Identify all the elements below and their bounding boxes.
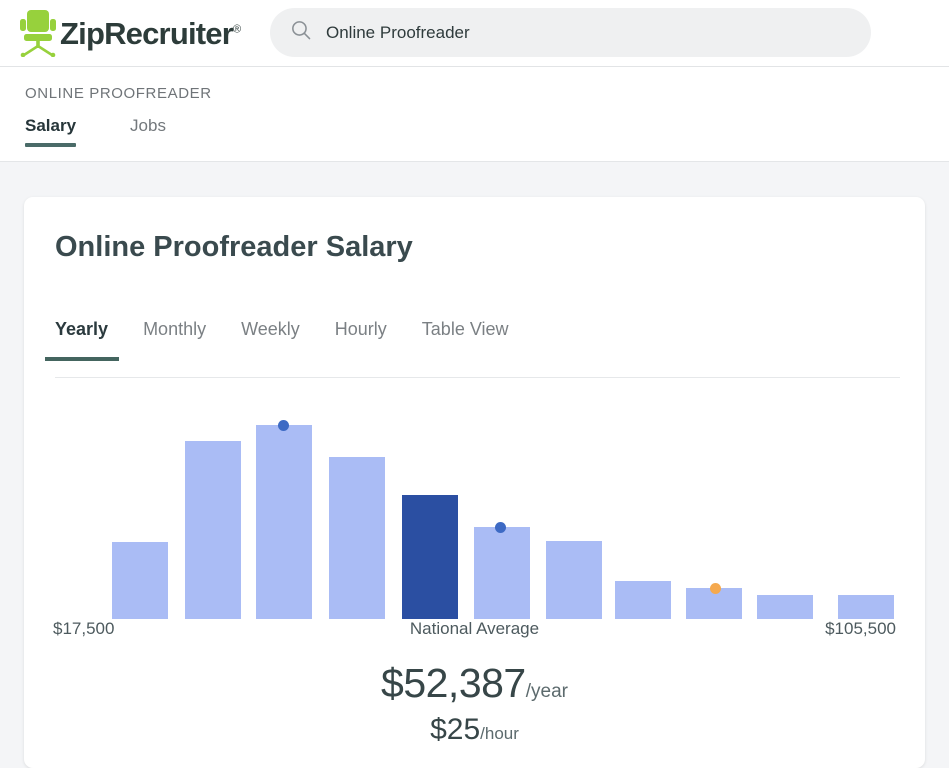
salary-distribution-chart: $17,500 National Average $105,500	[24, 395, 925, 638]
period-tab-table-view[interactable]: Table View	[422, 319, 509, 361]
tab-jobs[interactable]: Jobs	[130, 116, 166, 147]
chart-bar[interactable]	[185, 441, 241, 619]
axis-label-max: $105,500	[825, 619, 896, 638]
page-root: ZipRecruiter® ONLINE PROOFREADER Salary …	[0, 0, 949, 768]
chart-bar[interactable]	[757, 595, 813, 619]
chart-bar[interactable]	[112, 542, 168, 619]
chart-axis-labels: $17,500 National Average $105,500	[24, 619, 925, 649]
site-header: ZipRecruiter®	[0, 0, 949, 66]
office-chair-icon	[18, 9, 58, 57]
yearly-salary-unit: /year	[525, 681, 568, 702]
subnav-divider	[0, 161, 949, 162]
tab-salary[interactable]: Salary	[25, 116, 77, 147]
page-title: Online Proofreader Salary	[55, 231, 413, 263]
chart-marker-orange-dot[interactable]	[709, 582, 721, 594]
salary-summary: $52,387/year $25/hour	[24, 660, 925, 747]
chart-bar[interactable]	[474, 527, 530, 619]
chart-bar[interactable]	[546, 541, 602, 619]
sub-navigation: ONLINE PROOFREADER Salary Jobs	[0, 67, 949, 162]
chart-bar[interactable]	[256, 425, 312, 619]
search-icon	[290, 19, 326, 46]
search-input[interactable]	[326, 22, 846, 43]
chart-bar[interactable]	[615, 581, 671, 619]
search-bar[interactable]	[270, 8, 871, 57]
period-tabs: Yearly Monthly Weekly Hourly Table View	[44, 319, 900, 379]
yearly-salary: $52,387/year	[24, 660, 925, 707]
registered-mark: ®	[233, 23, 241, 36]
hourly-salary: $25/hour	[24, 713, 925, 747]
chart-marker-blue-dot[interactable]	[277, 419, 289, 431]
axis-label-national-average: National Average	[409, 619, 540, 638]
period-tabs-divider	[55, 377, 900, 378]
nav-tabs: Salary Jobs	[25, 116, 220, 147]
period-tab-hourly[interactable]: Hourly	[335, 319, 387, 361]
period-tab-monthly[interactable]: Monthly	[143, 319, 206, 361]
period-tab-weekly[interactable]: Weekly	[241, 319, 300, 361]
chart-bar[interactable]	[838, 595, 894, 619]
hourly-salary-unit: /hour	[480, 724, 519, 743]
ziprecruiter-logo[interactable]: ZipRecruiter®	[18, 9, 241, 57]
breadcrumb: ONLINE PROOFREADER	[25, 85, 212, 102]
chart-bar[interactable]	[402, 495, 458, 619]
chart-bars	[24, 395, 925, 619]
chart-marker-blue-dot[interactable]	[494, 521, 506, 533]
salary-card: Online Proofreader Salary Yearly Monthly…	[24, 197, 925, 768]
period-tab-yearly[interactable]: Yearly	[44, 319, 120, 361]
chart-bar[interactable]	[329, 457, 385, 619]
hourly-salary-amount: $25	[430, 713, 481, 746]
yearly-salary-amount: $52,387	[381, 660, 526, 706]
logo-wordmark: ZipRecruiter®	[60, 15, 241, 51]
